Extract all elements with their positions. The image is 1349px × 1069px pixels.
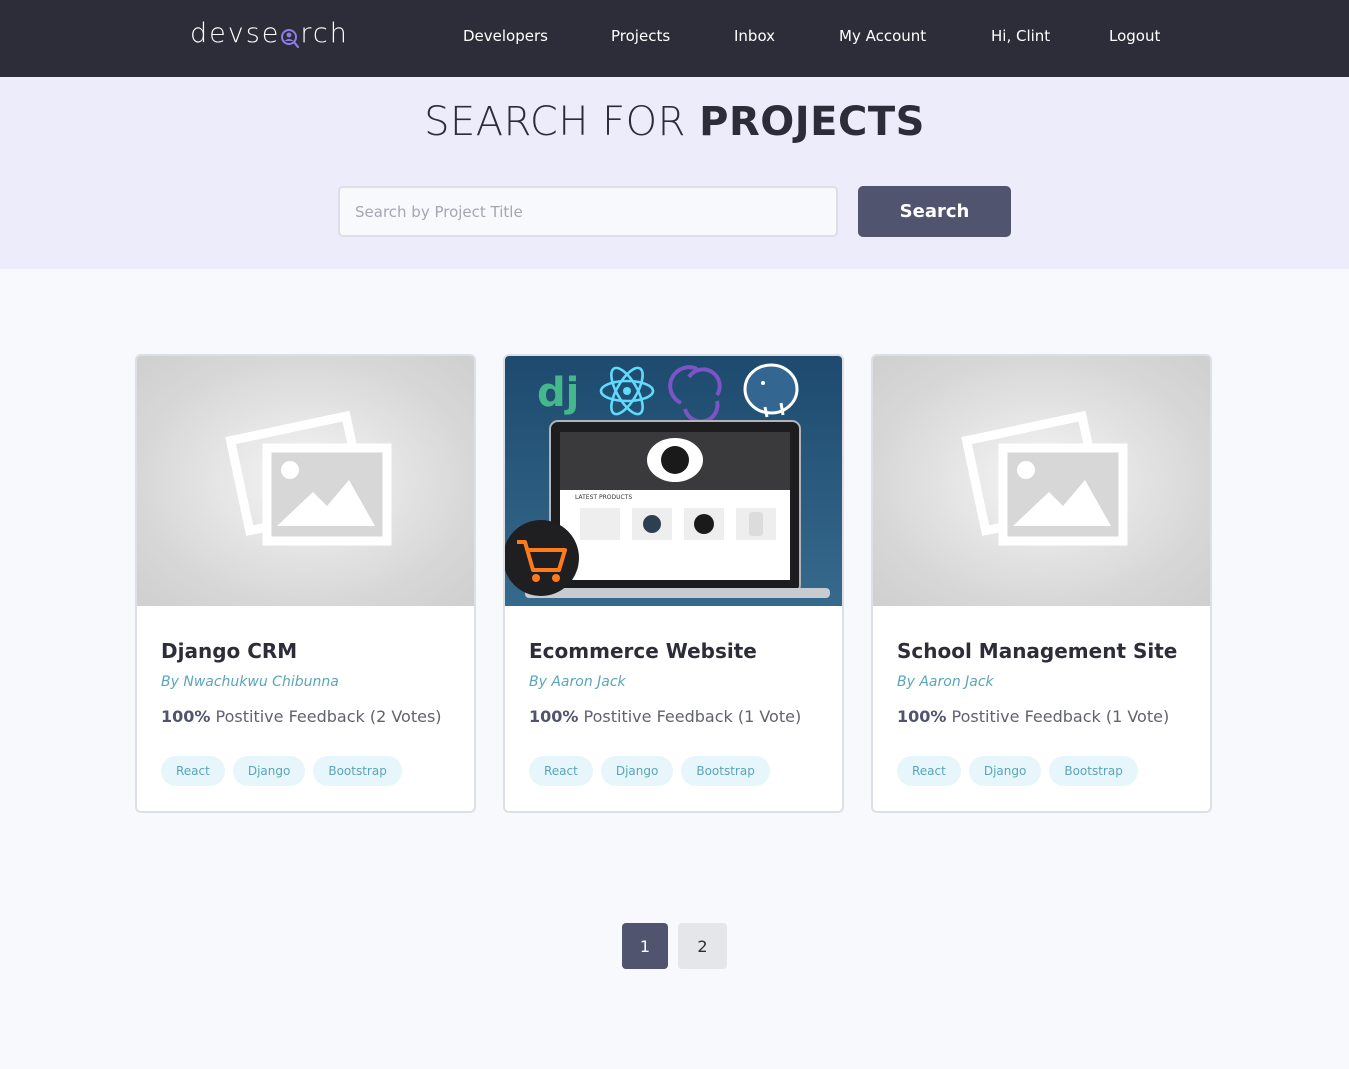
devsearch-logo[interactable]: devse rch bbox=[190, 18, 349, 49]
project-title[interactable]: Ecommerce Website bbox=[529, 639, 757, 663]
feedback-text: Postitive Feedback (1 Vote) bbox=[946, 707, 1170, 726]
tag-react[interactable]: React bbox=[897, 756, 961, 786]
tag-django[interactable]: Django bbox=[968, 756, 1042, 786]
project-feedback: 100% Postitive Feedback (2 Votes) bbox=[161, 707, 442, 726]
tag-bootstrap[interactable]: Bootstrap bbox=[681, 756, 770, 786]
pagination-page-2[interactable]: 2 bbox=[678, 923, 727, 969]
project-author-link[interactable]: By Aaron Jack bbox=[897, 674, 994, 690]
project-thumbnail[interactable] bbox=[873, 356, 1210, 606]
ecommerce-thumbnail-illustration: dj LATEST PRODUCTS bbox=[505, 363, 830, 598]
project-thumbnail[interactable]: dj LATEST PRODUCTS bbox=[505, 356, 842, 606]
project-feedback: 100% Postitive Feedback (1 Vote) bbox=[897, 707, 1169, 726]
postgresql-logo-icon bbox=[743, 363, 799, 418]
shopping-cart-icon bbox=[505, 520, 579, 596]
logo-text-right: rch bbox=[300, 18, 349, 49]
page-title: SEARCH FOR PROJECTS bbox=[0, 99, 1349, 145]
page-title-light: SEARCH FOR bbox=[424, 99, 700, 145]
redux-logo-icon bbox=[668, 365, 722, 424]
tag-bootstrap[interactable]: Bootstrap bbox=[1049, 756, 1138, 786]
project-author-link[interactable]: By Aaron Jack bbox=[529, 674, 626, 690]
project-tags: React Django Bootstrap bbox=[161, 756, 402, 786]
tag-bootstrap[interactable]: Bootstrap bbox=[313, 756, 402, 786]
nav-projects[interactable]: Projects bbox=[611, 27, 670, 45]
feedback-text: Postitive Feedback (1 Vote) bbox=[578, 707, 802, 726]
nav-my-account[interactable]: My Account bbox=[839, 27, 926, 45]
tag-react[interactable]: React bbox=[161, 756, 225, 786]
logo-text-left: devse bbox=[190, 18, 281, 49]
top-navbar: devse rch Developers Projects Inbox My A… bbox=[0, 0, 1349, 77]
project-card[interactable]: School Management Site By Aaron Jack 100… bbox=[871, 354, 1212, 813]
page-title-bold: PROJECTS bbox=[699, 99, 925, 145]
django-logo-icon: dj bbox=[537, 370, 579, 416]
search-button[interactable]: Search bbox=[858, 186, 1011, 237]
feedback-text: Postitive Feedback (2 Votes) bbox=[210, 707, 442, 726]
project-feedback: 100% Postitive Feedback (1 Vote) bbox=[529, 707, 801, 726]
placeholder-image-icon bbox=[961, 410, 1128, 546]
react-logo-icon bbox=[599, 366, 655, 416]
project-thumbnail[interactable] bbox=[137, 356, 474, 606]
nav-developers[interactable]: Developers bbox=[463, 27, 548, 45]
search-hero: SEARCH FOR PROJECTS Search bbox=[0, 77, 1349, 269]
pagination-page-1[interactable]: 1 bbox=[622, 923, 668, 969]
project-card[interactable]: dj LATEST PRODUCTS Ecommerce Website By … bbox=[503, 354, 844, 813]
feedback-percent: 100% bbox=[161, 707, 211, 726]
project-tags: React Django Bootstrap bbox=[529, 756, 770, 786]
svg-text:LATEST PRODUCTS: LATEST PRODUCTS bbox=[575, 494, 632, 501]
search-input[interactable] bbox=[338, 186, 838, 237]
tag-django[interactable]: Django bbox=[232, 756, 306, 786]
placeholder-image-icon bbox=[225, 410, 392, 546]
project-author-link[interactable]: By Nwachukwu Chibunna bbox=[161, 674, 339, 690]
nav-inbox[interactable]: Inbox bbox=[734, 27, 775, 45]
feedback-percent: 100% bbox=[897, 707, 947, 726]
nav-logout[interactable]: Logout bbox=[1109, 27, 1160, 45]
project-title[interactable]: Django CRM bbox=[161, 639, 297, 663]
nav-greeting[interactable]: Hi, Clint bbox=[991, 27, 1050, 45]
tag-django[interactable]: Django bbox=[600, 756, 674, 786]
project-tags: React Django Bootstrap bbox=[897, 756, 1138, 786]
project-title[interactable]: School Management Site bbox=[897, 639, 1177, 663]
tag-react[interactable]: React bbox=[529, 756, 593, 786]
project-card[interactable]: Django CRM By Nwachukwu Chibunna 100% Po… bbox=[135, 354, 476, 813]
magnifier-icon bbox=[281, 28, 300, 48]
feedback-percent: 100% bbox=[529, 707, 579, 726]
